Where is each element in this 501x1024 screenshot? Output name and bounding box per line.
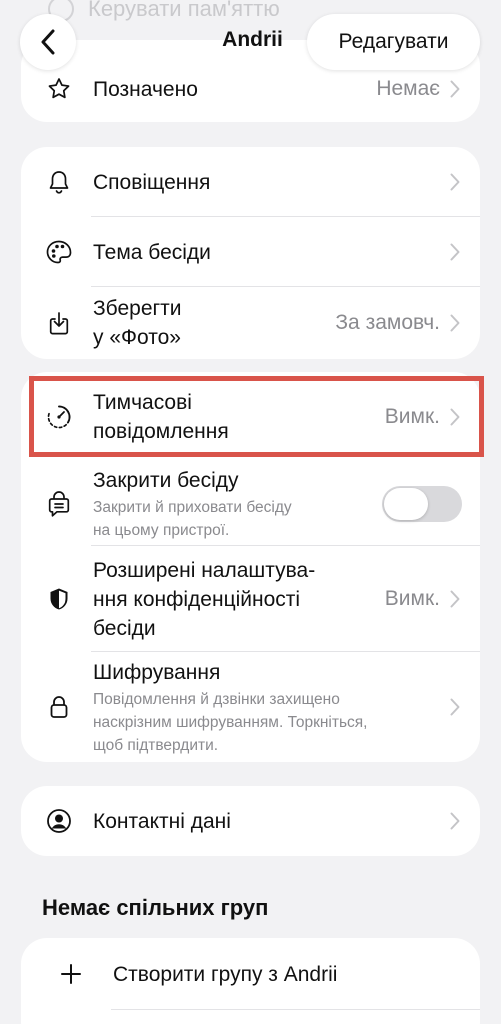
disappearing-label-line2: повідомлення <box>93 420 229 443</box>
shield-icon <box>43 583 75 615</box>
starred-label: Позначено <box>93 77 198 101</box>
timer-icon <box>43 401 75 433</box>
save-to-photos-value: За замовч. <box>335 311 440 334</box>
contact-info-row[interactable]: Контактні дані <box>21 786 480 856</box>
bell-icon <box>43 166 75 198</box>
locked-chat-icon <box>43 488 75 520</box>
groups-card: Створити групу з Andrii <box>21 938 480 1024</box>
advanced-privacy-row[interactable]: Розширені налаштува- ння конфіденційност… <box>21 546 480 652</box>
chevron-right-icon <box>450 811 462 831</box>
disappearing-messages-row[interactable]: Тимчасові повідомлення Вимк. <box>21 372 480 462</box>
disappearing-value: Вимк. <box>384 405 440 428</box>
chevron-right-icon <box>450 79 462 99</box>
advanced-privacy-label-line2: ння конфіденційності <box>93 587 301 611</box>
settings-card-general: Сповіщення Тема бесіди Зберегти у «Фото»… <box>21 147 480 359</box>
chevron-right-icon <box>450 589 462 609</box>
chevron-right-icon <box>450 697 462 717</box>
save-to-photos-icon <box>43 307 75 339</box>
save-to-photos-label-line2: у «Фото» <box>93 326 181 349</box>
save-to-photos-label-line1: Зберегти <box>93 297 182 320</box>
chevron-right-icon <box>450 313 462 333</box>
memory-row-faded: Керувати пам'яттю <box>48 0 280 22</box>
lock-chat-label: Закрити бесіду <box>93 469 239 492</box>
lock-chat-description-line2: на цьому пристрої. <box>93 522 230 539</box>
person-circle-icon <box>43 805 75 837</box>
plus-icon <box>55 958 87 990</box>
encryption-description-line1: Повідомлення й дзвінки захищено <box>93 690 340 708</box>
edit-button[interactable]: Редагувати <box>307 14 480 70</box>
star-icon <box>43 73 75 105</box>
advanced-privacy-value: Вимк. <box>384 587 440 610</box>
encryption-row[interactable]: Шифрування Повідомлення й дзвінки захище… <box>21 652 480 762</box>
chevron-right-icon <box>450 407 462 427</box>
settings-card-privacy: Тимчасові повідомлення Вимк. Закрити бес… <box>21 372 480 762</box>
save-to-photos-row[interactable]: Зберегти у «Фото» За замовч. <box>21 287 480 359</box>
advanced-privacy-label-line3: бесіди <box>93 616 156 640</box>
encryption-label: Шифрування <box>93 660 221 684</box>
chat-theme-row[interactable]: Тема бесіди <box>21 217 480 287</box>
notifications-row[interactable]: Сповіщення <box>21 147 480 217</box>
starred-value: Немає <box>376 77 440 100</box>
create-group-label: Створити групу з Andrii <box>113 962 338 986</box>
lock-chat-toggle[interactable] <box>382 486 462 522</box>
chevron-right-icon <box>450 172 462 192</box>
contact-info-label: Контактні дані <box>93 809 231 833</box>
chevron-right-icon <box>450 242 462 262</box>
starred-row[interactable]: Позначено Немає <box>21 73 480 105</box>
lock-chat-row: Закрити бесіду Закрити й приховати бесід… <box>21 462 480 546</box>
divider <box>111 1009 480 1010</box>
lock-icon <box>43 691 75 723</box>
chat-theme-label: Тема бесіди <box>93 240 211 264</box>
notifications-label: Сповіщення <box>93 170 211 194</box>
lock-chat-description-line1: Закрити й приховати бесіду <box>93 499 292 516</box>
memory-label: Керувати пам'яттю <box>88 0 280 21</box>
create-group-row[interactable]: Створити групу з Andrii <box>21 938 480 1010</box>
encryption-description-line2: наскрізним шифруванням. Торкніться, <box>93 713 368 731</box>
disappearing-label-line1: Тимчасові <box>93 391 192 414</box>
palette-icon <box>43 236 75 268</box>
encryption-description-line3: щоб підтвердити. <box>93 736 219 754</box>
section-title-groups: Немає спільних груп <box>42 895 269 920</box>
advanced-privacy-label-line1: Розширені налаштува- <box>93 558 316 582</box>
toggle-knob <box>384 488 428 520</box>
contact-card: Контактні дані <box>21 786 480 856</box>
